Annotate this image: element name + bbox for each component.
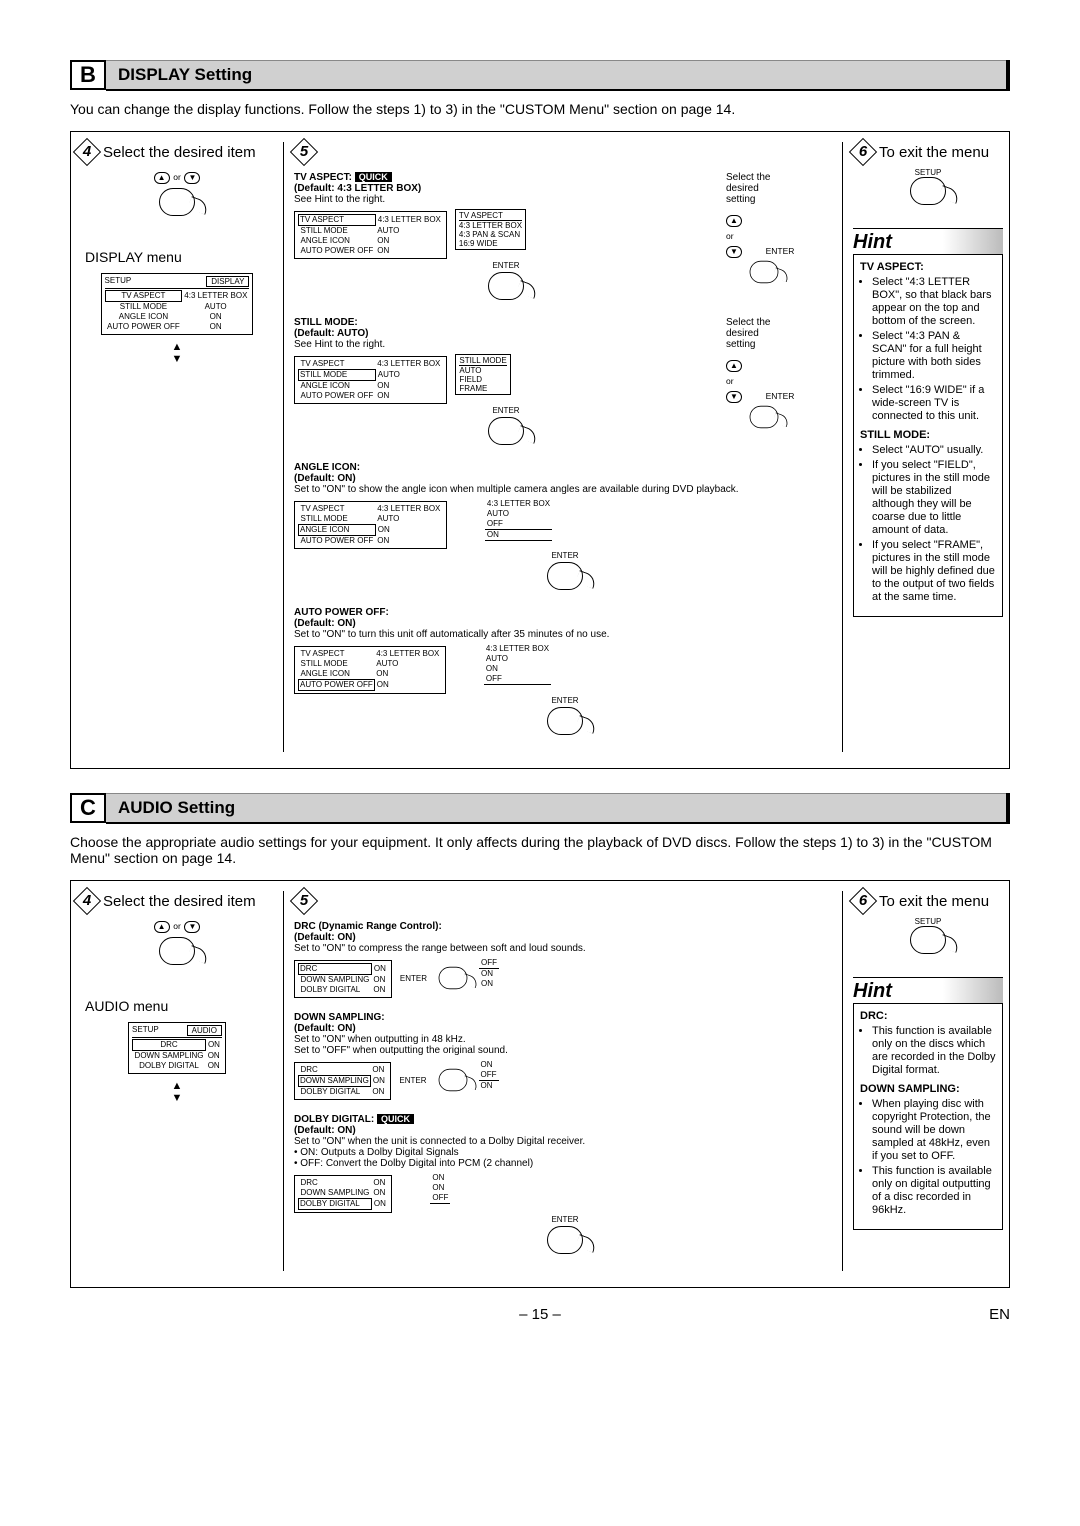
step5-num-b: 5 (290, 138, 318, 166)
dolby-block: DOLBY DIGITAL: QUICK (Default: ON) Set t… (294, 1114, 836, 1257)
section-title-b: DISPLAY Setting (106, 60, 1006, 91)
audio-menu-title: AUDIO menu (85, 998, 277, 1014)
hint-box-c: DRC: This function is available only on … (853, 1003, 1003, 1230)
remote-icon (750, 261, 779, 283)
section-c-header: C AUDIO Setting (70, 793, 1010, 824)
step4-col-c: 4 Select the desired item ▲ or ▼ AUDIO m… (77, 891, 277, 1271)
step5-col-b: 5 TV ASPECT: QUICK (Default: 4:3 LETTER … (283, 142, 836, 752)
enter-remote-icon (439, 967, 468, 989)
remote-icon (750, 406, 779, 428)
down-arrow-icon: ▼ (184, 172, 200, 184)
select-hint: Select the desired setting (726, 172, 836, 205)
section-b-intro: You can change the display functions. Fo… (70, 101, 1010, 117)
or-text-b: or (173, 172, 181, 182)
display-menu-box: SETUP DISPLAY TV ASPECT4:3 LETTER BOX ST… (101, 273, 254, 335)
drc-block: DRC (Dynamic Range Control): (Default: O… (294, 921, 836, 998)
hint-box-b: TV ASPECT: Select "4:3 LETTER BOX", so t… (853, 254, 1003, 617)
step6-col-c: 6 To exit the menu SETUP Hint DRC: This … (842, 891, 1003, 1271)
quick-badge: QUICK (377, 1114, 414, 1124)
section-b-diagram: 4 Select the desired item ▲ or ▼ DISPLAY… (70, 131, 1010, 769)
step4-col-b: 4 Select the desired item ▲ or ▼ DISPLAY… (77, 142, 277, 752)
still-mode-block: STILL MODE: (Default: AUTO) See Hint to … (294, 317, 836, 448)
hint-header-c: Hint (853, 977, 1003, 1003)
page-number: – 15 – (519, 1306, 561, 1323)
section-c-intro: Choose the appropriate audio settings fo… (70, 834, 1010, 866)
step6-col-b: 6 To exit the menu SETUP Hint TV ASPECT:… (842, 142, 1003, 752)
enter-remote-icon (488, 417, 524, 445)
enter-remote-icon (438, 1069, 467, 1091)
up-arrow-icon: ▲ (154, 921, 170, 933)
quick-badge: QUICK (355, 172, 392, 182)
step6-num-b: 6 (849, 138, 877, 166)
remote-icon (159, 937, 195, 965)
display-menu-title: DISPLAY menu (85, 249, 277, 265)
section-c-diagram: 4 Select the desired item ▲ or ▼ AUDIO m… (70, 880, 1010, 1288)
remote-icon (159, 188, 195, 216)
section-title-c: AUDIO Setting (106, 793, 1006, 824)
language-code: EN (989, 1306, 1010, 1323)
down-sampling-block: DOWN SAMPLING: (Default: ON) Set to "ON"… (294, 1012, 836, 1100)
up-arrow-icon: ▲ (154, 172, 170, 184)
section-letter-b: B (70, 60, 106, 90)
enter-remote-icon (488, 272, 524, 300)
step6-label-b: To exit the menu (879, 144, 989, 161)
down-arrow-icon: ▼ (184, 921, 200, 933)
auto-power-block: AUTO POWER OFF: (Default: ON) Set to "ON… (294, 607, 836, 738)
enter-remote-icon (547, 707, 583, 735)
section-letter-c: C (70, 793, 106, 823)
enter-remote-icon (547, 562, 583, 590)
setup-remote-icon (910, 177, 946, 205)
step4-label-b: Select the desired item (103, 144, 256, 161)
hint-header-b: Hint (853, 228, 1003, 254)
enter-remote-icon (547, 1226, 583, 1254)
tv-aspect-block: TV ASPECT: QUICK (Default: 4:3 LETTER BO… (294, 172, 836, 303)
step4-num-b: 4 (73, 138, 101, 166)
section-b-header: B DISPLAY Setting (70, 60, 1010, 91)
setup-remote-icon (910, 926, 946, 954)
audio-menu-box: SETUP AUDIO DRCON DOWN SAMPLINGON DOLBY … (128, 1022, 226, 1074)
step5-col-c: 5 DRC (Dynamic Range Control): (Default:… (283, 891, 836, 1271)
page-footer: – 15 – EN (70, 1306, 1010, 1323)
angle-icon-block: ANGLE ICON: (Default: ON) Set to "ON" to… (294, 462, 836, 593)
